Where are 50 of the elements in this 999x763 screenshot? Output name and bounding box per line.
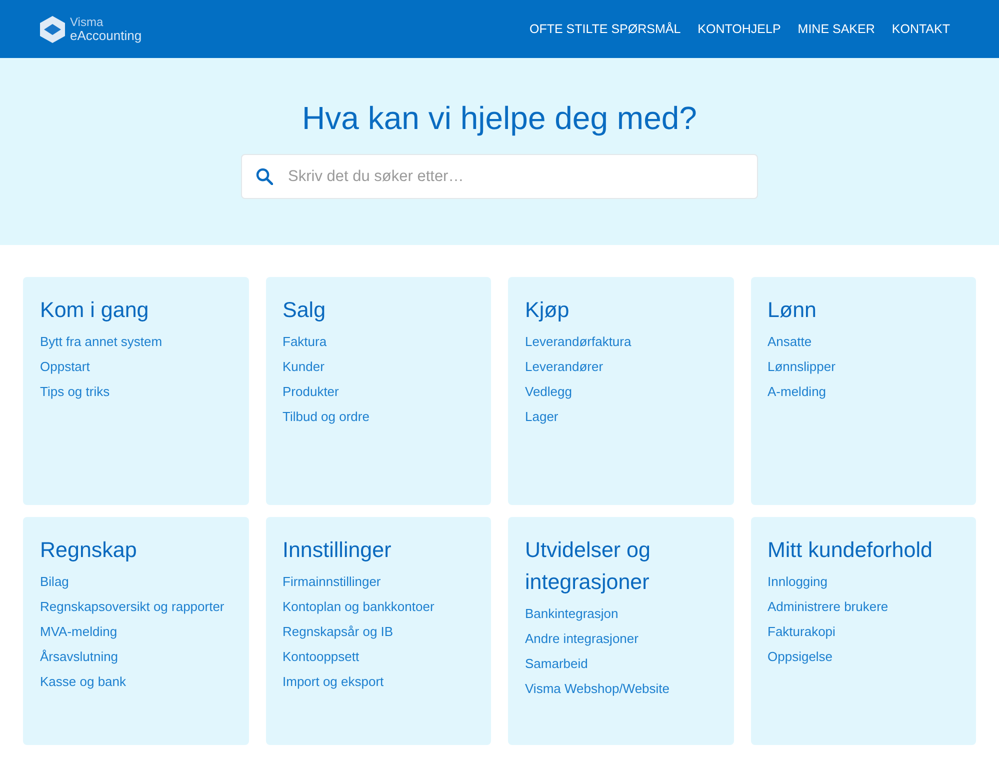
logo-brand-text: Visma [70, 16, 104, 29]
category-link[interactable]: Tilbud og ordre [282, 404, 370, 429]
category-link[interactable]: Samarbeid [525, 651, 588, 676]
search-field[interactable]: Skriv det du søker etter… [241, 154, 758, 199]
logo-product-text: eAccounting [70, 29, 142, 42]
hexagon-logo-icon [40, 16, 65, 42]
category-link[interactable]: Regnskapsår og IB [282, 619, 394, 644]
category-link[interactable]: Regnskapsoversikt og rapporter [40, 594, 224, 619]
category-link[interactable]: Administrere brukere [768, 594, 888, 619]
category-link[interactable]: Bankintegrasjon [525, 601, 618, 626]
category-link[interactable]: Fakturakopi [768, 619, 836, 644]
category-link[interactable]: Lager [525, 404, 558, 429]
category-link[interactable]: Kontoplan og bankkontoer [282, 594, 434, 619]
search-icon [256, 168, 273, 185]
category-link[interactable]: Leverandørfaktura [525, 329, 632, 354]
category-link[interactable]: Leverandører [525, 354, 604, 379]
category-link[interactable]: Faktura [282, 329, 327, 354]
category-title: Mitt kundeforhold [768, 537, 934, 564]
category-link[interactable]: Kunder [282, 354, 324, 379]
category-link[interactable]: Produkter [282, 379, 339, 404]
category-link[interactable]: Andre integrasjoner [525, 626, 638, 651]
category-link[interactable]: Bilag [40, 569, 69, 594]
category-link[interactable]: Oppstart [40, 354, 90, 379]
category-title: Kjøp [525, 297, 570, 324]
category-link[interactable]: Bytt fra annet system [40, 329, 162, 354]
category-link[interactable]: Vedlegg [525, 379, 572, 404]
category-title: Kom i gang [40, 297, 150, 324]
category-link[interactable]: A-melding [768, 379, 826, 404]
category-link[interactable]: Kontooppsett [282, 644, 360, 669]
category-title: Utvidelser og integrasjoner [525, 537, 652, 596]
category-link[interactable]: Oppsigelse [768, 644, 833, 669]
category-title: Salg [282, 297, 327, 324]
nav-link[interactable]: MINE SAKER [798, 21, 875, 37]
category-title: Regnskap [40, 537, 138, 564]
category-link[interactable]: Firmainnstillinger [282, 569, 381, 594]
category-link[interactable]: Ansatte [768, 329, 812, 354]
category-title: Lønn [768, 297, 818, 324]
category-link[interactable]: Import og eksport [282, 669, 384, 694]
category-link[interactable]: Tips og triks [40, 379, 110, 404]
category-title: Innstillinger [282, 537, 392, 564]
nav-link[interactable]: KONTAKT [892, 21, 950, 37]
category-link[interactable]: Lønnslipper [768, 354, 836, 379]
category-link[interactable]: Innlogging [768, 569, 828, 594]
category-link[interactable]: Kasse og bank [40, 669, 126, 694]
category-link[interactable]: MVA-melding [40, 619, 118, 644]
category-link[interactable]: Visma Webshop/Website [525, 676, 670, 701]
category-link[interactable]: Årsavslutning [40, 644, 118, 669]
nav-link[interactable]: KONTOHJELP [698, 21, 781, 37]
page-heading: Hva kan vi hjelpe deg med? [302, 99, 697, 138]
nav-link[interactable]: OFTE STILTE SPØRSMÅL [529, 21, 681, 37]
